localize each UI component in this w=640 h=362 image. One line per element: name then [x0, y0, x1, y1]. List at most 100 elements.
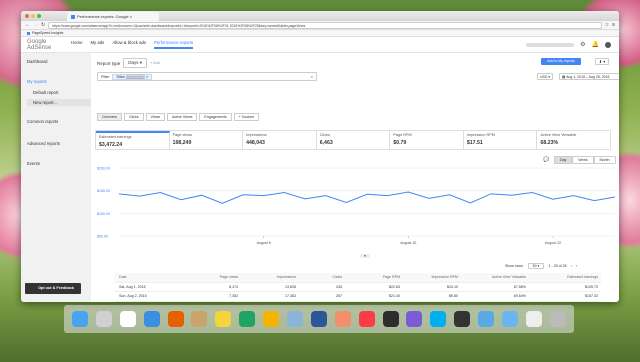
- gear-icon[interactable]: ⚙: [580, 41, 585, 48]
- minimize-window-button[interactable]: [31, 14, 35, 18]
- calendar-icon[interactable]: [119, 311, 136, 327]
- launchpad-icon[interactable]: [95, 311, 112, 327]
- sheets-icon[interactable]: [239, 311, 256, 327]
- tab-views[interactable]: Views: [145, 113, 166, 121]
- notifications-icon[interactable]: 🔔: [592, 41, 599, 48]
- close-window-button[interactable]: [25, 14, 29, 18]
- metric-impressions[interactable]: Impressions 448,043: [243, 131, 317, 149]
- trash-icon[interactable]: [549, 311, 566, 327]
- filter-bar[interactable]: Filter Sites ▒▒▒▒▒▒▒ × ×: [97, 72, 317, 81]
- y-tick-label: $100.00: [97, 212, 110, 216]
- metric-active-view-viewable[interactable]: Active View Viewable 68.23%: [537, 131, 610, 149]
- column-header[interactable]: Clicks: [299, 275, 345, 279]
- account-email[interactable]: [526, 42, 575, 47]
- sidebar-item-advanced-reports[interactable]: Advanced reports: [21, 141, 60, 146]
- nav-performance-reports[interactable]: Performance reports: [154, 40, 194, 49]
- table-cell: 17,363: [285, 294, 296, 299]
- zoom-window-button[interactable]: [37, 14, 41, 18]
- table-header: Date Page views Impressions Clicks Page RPM I…: [115, 273, 601, 283]
- y-tick-label: $200.00: [97, 167, 110, 171]
- metric-estimated-earnings[interactable]: Estimated earnings $3,472.24: [96, 131, 170, 149]
- next-page-icon[interactable]: ›: [576, 264, 577, 268]
- table-cell: Sun, Aug 2, 2015: [119, 294, 147, 299]
- rows-select[interactable]: 50 ▾: [527, 263, 545, 269]
- column-header[interactable]: Date: [115, 275, 183, 279]
- date-range-picker[interactable]: ▦ Aug 1, 2015 – Aug 25, 2015: [559, 73, 619, 80]
- folder-icon[interactable]: [501, 311, 518, 327]
- column-header[interactable]: Estimated earnings: [529, 275, 601, 279]
- table-cell: 245: [336, 284, 342, 289]
- skype-icon[interactable]: [430, 311, 447, 327]
- clear-filter-icon[interactable]: ×: [311, 75, 316, 79]
- sidebar-item-dashboard[interactable]: Dashboard: [21, 59, 48, 64]
- filter-label: Filter: [101, 74, 110, 79]
- screenshot-icon[interactable]: [406, 311, 423, 327]
- report-content: Report type Days ▾ + Add Add to My repor…: [95, 53, 619, 302]
- table-cell: 13,628: [285, 284, 296, 289]
- tab-title: Performance reports: Google ×: [77, 14, 133, 19]
- tab-overview[interactable]: Overview: [97, 113, 122, 121]
- nav-allow-block-ads[interactable]: Allow & block ads: [112, 40, 146, 49]
- metric-impression-rpm[interactable]: Impression RPM $17.51: [464, 131, 538, 149]
- column-header[interactable]: Impression RPM: [403, 275, 461, 279]
- table-row: Mon, Aug 3, 20158,43414,947282$23.30$10.…: [115, 302, 601, 303]
- nav-home[interactable]: Home: [71, 40, 82, 49]
- metric-clicks[interactable]: Clicks 6,463: [317, 131, 391, 149]
- cloud-icon[interactable]: [478, 311, 495, 327]
- add-dimension-link[interactable]: + Add: [150, 61, 160, 65]
- nav-my-ads[interactable]: My ads: [90, 40, 104, 49]
- terminal-icon[interactable]: [454, 311, 471, 327]
- tab-clicks[interactable]: Clicks: [123, 113, 144, 121]
- filter-chip-sites[interactable]: Sites ▒▒▒▒▒▒▒ ×: [112, 73, 153, 80]
- stickies-icon[interactable]: [215, 311, 232, 327]
- tab-active-views[interactable]: Active Views: [167, 113, 198, 121]
- table-cell: 8,174: [229, 284, 238, 289]
- metric-page-rpm[interactable]: Page RPM $0.79: [390, 131, 464, 149]
- earnings-series-line[interactable]: [118, 191, 616, 204]
- tab-engagements[interactable]: Engagements: [199, 113, 232, 121]
- tab-custom[interactable]: + Custom: [233, 113, 260, 121]
- firefox-icon[interactable]: [167, 311, 184, 327]
- sidebar-item-events[interactable]: Events: [21, 161, 40, 166]
- slides-icon[interactable]: [263, 311, 280, 327]
- avatar[interactable]: [605, 41, 611, 48]
- notes-icon[interactable]: [191, 311, 208, 327]
- star-icon[interactable]: ☆: [605, 22, 609, 28]
- preview-icon[interactable]: [286, 311, 303, 327]
- word-icon[interactable]: [310, 311, 327, 327]
- column-header[interactable]: Page RPM: [345, 275, 403, 279]
- download-button[interactable]: ⬇ ▾: [595, 58, 609, 65]
- bookmark-pagespeed[interactable]: PageSpeed Insights: [32, 31, 63, 35]
- expand-chart-icon[interactable]: ▾: [360, 254, 370, 258]
- document-icon[interactable]: [525, 311, 542, 327]
- currency-select[interactable]: USD ▾: [537, 73, 553, 80]
- address-bar[interactable]: https://www.google.com/adsense/app?h=en&…: [48, 21, 602, 29]
- table-cell: 267: [336, 294, 342, 299]
- y-tick-label: $150.00: [97, 189, 110, 193]
- column-header[interactable]: Active View Viewable: [461, 275, 529, 279]
- forward-icon[interactable]: →: [33, 22, 38, 28]
- music-icon[interactable]: [358, 311, 375, 327]
- sidebar-item-common-reports[interactable]: Common reports: [21, 119, 58, 124]
- sidebar-item-default-report[interactable]: Default report: [27, 90, 58, 95]
- page-range: 1 - 25 of 25: [548, 264, 567, 268]
- safari-icon[interactable]: [143, 311, 160, 327]
- menu-icon[interactable]: ≡: [612, 22, 615, 28]
- column-header[interactable]: Impressions: [241, 275, 299, 279]
- report-type-select[interactable]: Days ▾: [123, 58, 148, 68]
- column-header[interactable]: Page views: [183, 275, 241, 279]
- browser-tab[interactable]: Performance reports: Google ×: [67, 12, 159, 21]
- reload-icon[interactable]: ↻: [41, 22, 45, 28]
- photos-icon[interactable]: [334, 311, 351, 327]
- metric-page-views[interactable]: Page views 198,249: [170, 131, 244, 149]
- add-to-my-reports-button[interactable]: Add to My reports: [541, 58, 581, 65]
- adsense-logo[interactable]: Google AdSense: [27, 39, 71, 51]
- back-icon[interactable]: ←: [25, 22, 30, 28]
- opt-out-feedback-button[interactable]: Opt out & Feedback: [25, 283, 81, 294]
- quicktime-icon[interactable]: [382, 311, 399, 327]
- sidebar-item-my-reports[interactable]: My reports: [21, 79, 47, 84]
- prev-page-icon[interactable]: ‹: [571, 264, 572, 268]
- browser-window: Performance reports: Google × ← → ↻ http…: [21, 11, 619, 302]
- finder-icon[interactable]: [71, 311, 88, 327]
- sidebar-item-new-report[interactable]: New report...: [27, 99, 91, 106]
